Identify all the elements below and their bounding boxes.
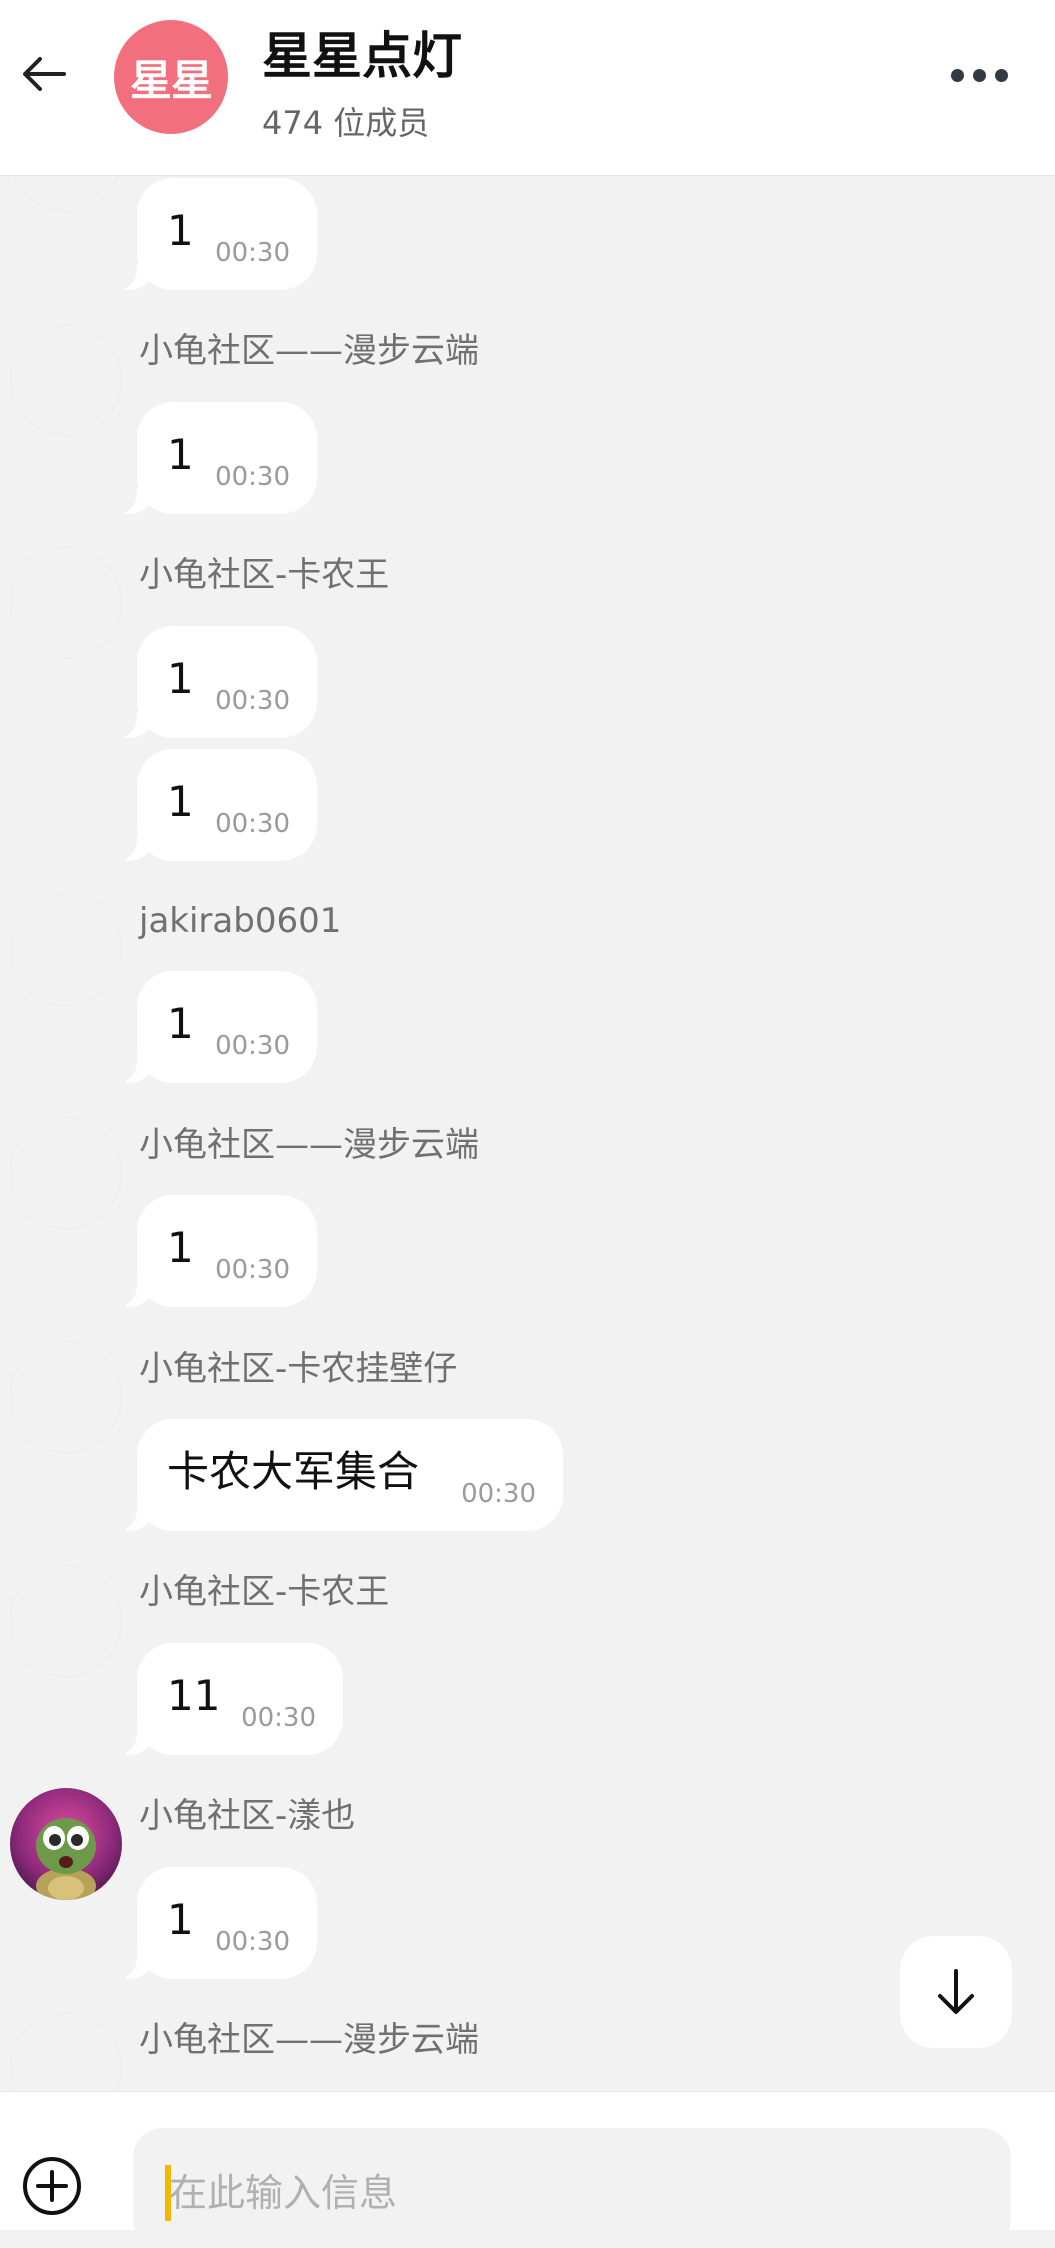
message-time: 00:30 — [215, 1927, 290, 1957]
message-time: 00:30 — [215, 462, 290, 492]
sender-avatar[interactable] — [10, 2012, 122, 2091]
message-bubble[interactable]: 1 00:30 — [111, 749, 317, 862]
sender-name: 小龟社区-卡农王 — [139, 555, 390, 595]
chat-header: 星星 星星点灯 474 位成员 — [0, 0, 1055, 176]
more-options-button[interactable] — [942, 50, 1016, 100]
group-avatar[interactable]: 星星 — [114, 20, 228, 134]
plus-circle-icon — [23, 2157, 81, 2215]
message-time: 00:30 — [215, 1031, 290, 1061]
turtle-avatar-icon — [10, 1788, 122, 1900]
sender-name: jakirab0601 — [139, 901, 342, 941]
arrow-down-icon — [938, 1969, 974, 2014]
message-bubble[interactable]: 1 00:30 — [111, 402, 317, 515]
sender-avatar[interactable] — [10, 894, 122, 1006]
message-text: 1 — [167, 777, 194, 826]
sender-name: 小龟社区——漫步云端 — [139, 331, 479, 371]
sender-avatar[interactable] — [10, 324, 122, 436]
message-time: 00:30 — [241, 1703, 316, 1733]
message-time: 00:30 — [215, 809, 290, 839]
message-input-bar: 在此输入信息 — [0, 2091, 1055, 2248]
scroll-to-bottom-button[interactable] — [900, 1936, 1012, 2048]
message-text: 1 — [167, 654, 194, 703]
group-avatar-text: 星星 — [129, 55, 213, 105]
text-caret — [165, 2165, 171, 2221]
sender-name: 小龟社区-卡农挂壁仔 — [139, 1349, 458, 1389]
group-title[interactable]: 星星点灯 — [262, 16, 462, 88]
message-text: 1 — [167, 430, 194, 479]
add-attachment-button[interactable] — [20, 2154, 84, 2218]
message-bubble[interactable]: 卡农大军集合 00:30 — [111, 1419, 563, 1532]
message-text: 1 — [167, 999, 194, 1048]
sender-name: 小龟社区-漾也 — [139, 1796, 356, 1836]
message-bubble[interactable]: 1 00:30 — [111, 1195, 317, 1308]
message-time: 00:30 — [215, 1255, 290, 1285]
message-bubble[interactable]: 1 00:30 — [111, 971, 317, 1084]
sender-avatar[interactable] — [10, 1565, 122, 1677]
message-bubble[interactable]: 1 00:30 — [111, 178, 317, 291]
sender-name: 小龟社区-卡农王 — [139, 1572, 390, 1612]
sender-avatar[interactable] — [10, 1341, 122, 1453]
member-count[interactable]: 474 位成员 — [262, 98, 429, 144]
arrow-left-icon — [23, 57, 66, 91]
message-text: 1 — [167, 206, 194, 255]
more-dots-icon — [950, 68, 964, 82]
sender-name: 小龟社区——漫步云端 — [139, 1125, 479, 1165]
message-text: 1 — [167, 1895, 194, 1944]
message-time: 00:30 — [461, 1479, 536, 1509]
message-time: 00:30 — [215, 686, 290, 716]
message-input[interactable]: 在此输入信息 — [133, 2128, 1011, 2248]
message-input-placeholder: 在此输入信息 — [169, 2171, 398, 2215]
message-list[interactable]: 1 00:30 小龟社区——漫步云端 1 00:30 小龟社区-卡农王 1 00… — [0, 177, 1055, 2091]
message-bubble[interactable]: 11 00:30 — [111, 1643, 343, 1756]
sender-avatar[interactable] — [10, 1117, 122, 1229]
message-time: 00:30 — [215, 238, 290, 268]
message-text: 1 — [167, 1223, 194, 1272]
message-bubble[interactable]: 1 00:30 — [111, 626, 317, 739]
sender-avatar[interactable] — [10, 177, 122, 212]
sender-avatar[interactable] — [10, 547, 122, 659]
sender-name: 小龟社区——漫步云端 — [139, 2020, 479, 2060]
message-text: 11 — [167, 1671, 221, 1720]
back-button[interactable] — [14, 44, 74, 104]
sender-avatar-turtle[interactable] — [10, 1788, 122, 1900]
message-bubble[interactable]: 1 00:30 — [111, 1867, 317, 1980]
message-text: 卡农大军集合 — [167, 1447, 420, 1496]
